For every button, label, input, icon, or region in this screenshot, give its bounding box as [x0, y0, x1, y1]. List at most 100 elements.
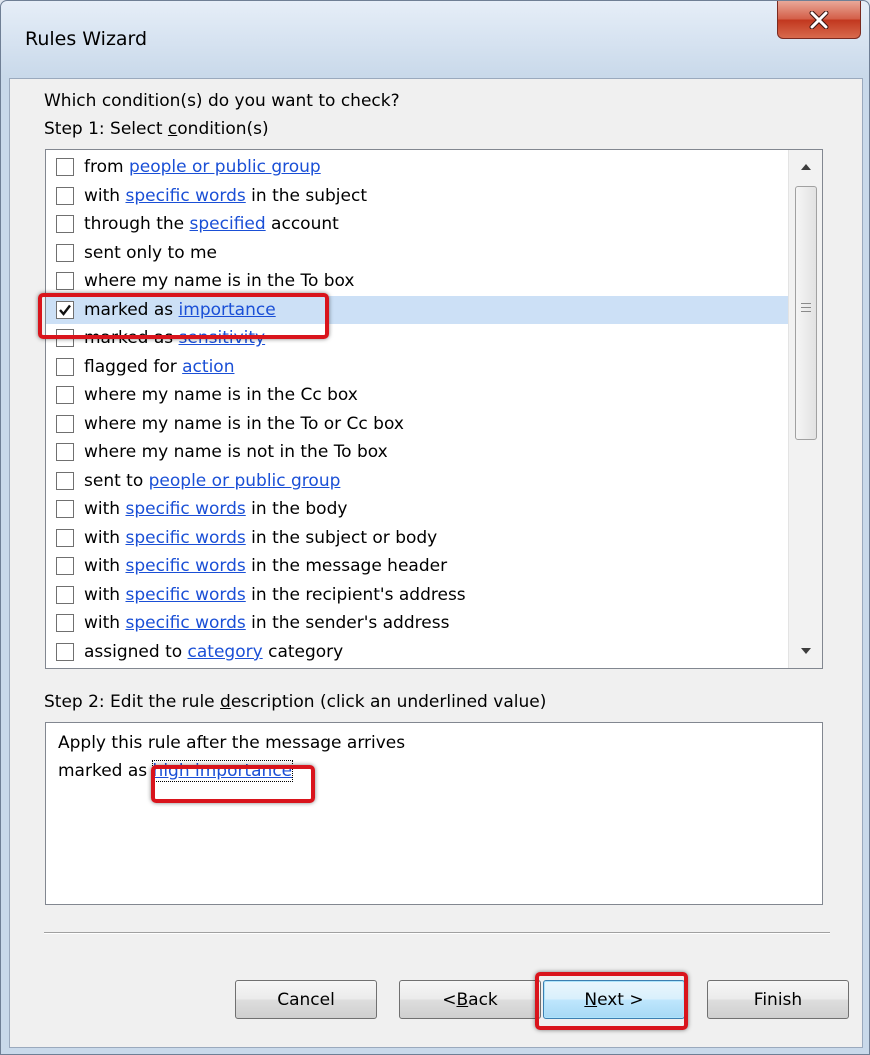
- conditions-list[interactable]: from people or public group with specific…: [45, 149, 823, 669]
- condition-label: with specific words in the body: [84, 499, 347, 519]
- vertical-scrollbar[interactable]: [788, 150, 822, 668]
- condition-checkbox[interactable]: [56, 158, 74, 177]
- condition-row[interactable]: where my name is in the To box: [46, 267, 788, 296]
- condition-label: sent to people or public group: [84, 471, 340, 491]
- condition-label: assigned to category category: [84, 642, 343, 662]
- condition-value-link[interactable]: action: [182, 357, 234, 377]
- back-button[interactable]: < Back: [399, 980, 541, 1019]
- condition-checkbox[interactable]: [56, 471, 74, 490]
- condition-row[interactable]: sent only to me: [46, 239, 788, 268]
- condition-row[interactable]: with specific words in the subject or bo…: [46, 524, 788, 553]
- condition-checkbox[interactable]: [56, 300, 74, 319]
- description-line-2: marked as high importance: [58, 760, 294, 782]
- condition-text: in the recipient's address: [245, 584, 466, 605]
- condition-checkbox[interactable]: [56, 215, 74, 234]
- condition-text: in the body: [245, 499, 348, 520]
- condition-value-link[interactable]: specific words: [125, 186, 245, 206]
- condition-row[interactable]: with specific words in the body: [46, 495, 788, 524]
- condition-label: where my name is in the To or Cc box: [84, 414, 404, 434]
- condition-checkbox[interactable]: [56, 557, 74, 576]
- condition-value-link[interactable]: specific words: [125, 556, 245, 576]
- condition-checkbox[interactable]: [56, 272, 74, 291]
- condition-row[interactable]: marked as importance: [46, 295, 788, 324]
- condition-text: marked as: [84, 328, 179, 349]
- condition-row[interactable]: with specific words in the recipient's a…: [46, 581, 788, 610]
- next-button[interactable]: Next >: [543, 980, 685, 1019]
- scroll-down-button[interactable]: [789, 634, 822, 668]
- condition-checkbox[interactable]: [56, 528, 74, 547]
- condition-text: where my name is in the To box: [84, 271, 355, 292]
- condition-checkbox[interactable]: [56, 642, 74, 661]
- scrollbar-thumb[interactable]: [795, 186, 817, 440]
- condition-text: in the message header: [245, 556, 448, 577]
- condition-text: with: [84, 527, 126, 548]
- cancel-button[interactable]: Cancel: [235, 980, 377, 1019]
- condition-label: marked as importance: [84, 300, 276, 320]
- condition-text: with: [84, 584, 126, 605]
- window-title: Rules Wizard: [25, 28, 148, 50]
- condition-row[interactable]: where my name is in the To or Cc box: [46, 410, 788, 439]
- condition-value-link[interactable]: specific words: [125, 499, 245, 519]
- condition-label: with specific words in the sender's addr…: [84, 613, 449, 633]
- condition-row[interactable]: assigned to category category: [46, 638, 788, 667]
- condition-value-link[interactable]: importance: [179, 300, 276, 320]
- condition-row[interactable]: where my name is not in the To box: [46, 438, 788, 467]
- scroll-up-button[interactable]: [789, 150, 822, 184]
- condition-text: with: [84, 499, 126, 520]
- condition-text: account: [265, 214, 339, 235]
- condition-checkbox[interactable]: [56, 500, 74, 519]
- condition-checkbox[interactable]: [56, 585, 74, 604]
- condition-checkbox[interactable]: [56, 243, 74, 262]
- condition-checkbox[interactable]: [56, 386, 74, 405]
- condition-row[interactable]: sent to people or public group: [46, 467, 788, 496]
- close-button[interactable]: [777, 1, 861, 39]
- title-bar: Rules Wizard: [1, 1, 869, 79]
- condition-row[interactable]: marked as sensitivity: [46, 324, 788, 353]
- condition-checkbox[interactable]: [56, 329, 74, 348]
- condition-text: where my name is in the To or Cc box: [84, 413, 404, 434]
- condition-value-link[interactable]: people or public group: [129, 157, 321, 177]
- condition-label: with specific words in the subject or bo…: [84, 528, 437, 548]
- condition-label: where my name is not in the To box: [84, 442, 388, 462]
- condition-checkbox[interactable]: [56, 357, 74, 376]
- condition-label: where my name is in the Cc box: [84, 385, 358, 405]
- condition-text: with: [84, 556, 126, 577]
- condition-text: sent only to me: [84, 242, 218, 263]
- condition-text: in the subject: [245, 185, 367, 206]
- condition-value-link[interactable]: people or public group: [149, 471, 341, 491]
- condition-row[interactable]: through the specified account: [46, 210, 788, 239]
- condition-value-link[interactable]: specific words: [125, 585, 245, 605]
- checkmark-icon: [59, 304, 71, 316]
- description-line-2-prefix: marked as: [58, 761, 153, 781]
- condition-checkbox[interactable]: [56, 414, 74, 433]
- condition-row[interactable]: with specific words in the message heade…: [46, 552, 788, 581]
- condition-label: where my name is in the To box: [84, 271, 354, 291]
- condition-text: through the: [84, 214, 190, 235]
- finish-button[interactable]: Finish: [707, 980, 849, 1019]
- scroll-grip-icon: [801, 303, 811, 315]
- condition-checkbox[interactable]: [56, 186, 74, 205]
- condition-row[interactable]: with specific words in the subject: [46, 182, 788, 211]
- condition-text: where my name is in the Cc box: [84, 385, 358, 406]
- scroll-down-arrow-icon: [801, 648, 811, 654]
- condition-text: marked as: [84, 299, 179, 320]
- condition-value-link[interactable]: specific words: [125, 528, 245, 548]
- step1-label: Step 1: Select condition(s): [44, 119, 269, 139]
- condition-row[interactable]: flagged for action: [46, 353, 788, 382]
- condition-checkbox[interactable]: [56, 614, 74, 633]
- separator: [44, 932, 830, 934]
- dialog-body: Which condition(s) do you want to check?…: [9, 78, 863, 1048]
- rules-wizard-window: Rules Wizard Which condition(s) do you w…: [0, 0, 870, 1055]
- high-importance-link[interactable]: high importance: [151, 760, 294, 782]
- condition-label: with specific words in the subject: [84, 186, 367, 206]
- condition-checkbox[interactable]: [56, 443, 74, 462]
- condition-row[interactable]: from people or public group: [46, 153, 788, 182]
- condition-label: flagged for action: [84, 357, 234, 377]
- condition-row[interactable]: with specific words in the sender's addr…: [46, 609, 788, 638]
- condition-value-link[interactable]: specific words: [125, 613, 245, 633]
- condition-value-link[interactable]: specified: [190, 214, 266, 234]
- condition-value-link[interactable]: category: [188, 642, 263, 662]
- condition-value-link[interactable]: sensitivity: [179, 328, 266, 348]
- condition-row[interactable]: where my name is in the Cc box: [46, 381, 788, 410]
- close-icon: [809, 10, 829, 29]
